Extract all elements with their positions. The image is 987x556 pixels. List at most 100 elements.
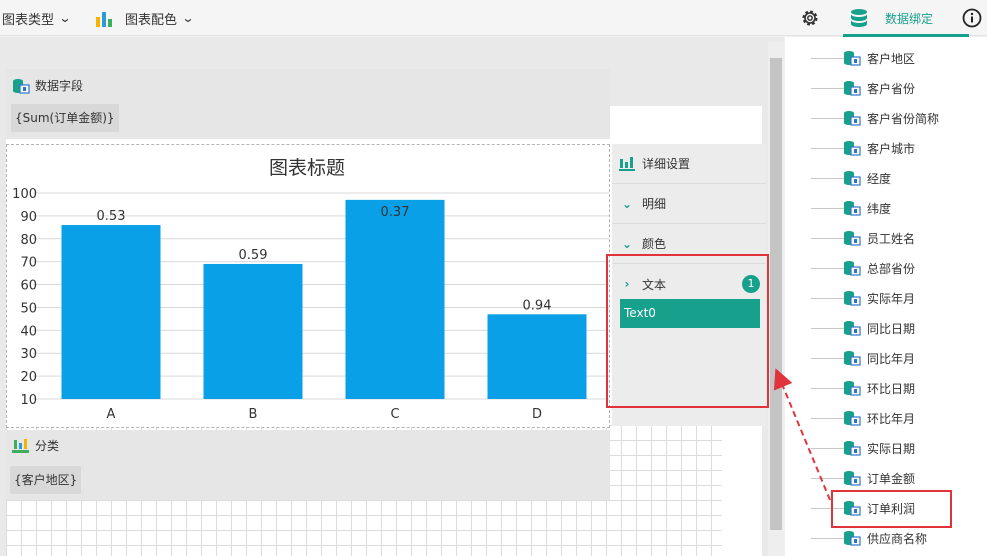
data-binding-label: 数据绑定 <box>885 11 934 26</box>
data-field-icon <box>844 201 861 216</box>
tree-connector <box>811 237 847 239</box>
chart-color-label: 图表配色 <box>125 12 178 28</box>
tree-connector <box>811 267 847 269</box>
bar[interactable] <box>203 263 303 399</box>
detail-row-label: 明细 <box>642 197 667 211</box>
field-label: 同比日期 <box>867 321 916 336</box>
field-item[interactable]: 员工姓名 <box>785 223 987 253</box>
bar-chart: 10 20 30 40 50 60 70 80 90 100 0.53 0.59 0.37 0.94 A… <box>12 157 609 422</box>
tree-connector <box>811 297 847 299</box>
field-item[interactable]: 总部省份 <box>785 253 987 283</box>
tree-connector <box>811 117 847 119</box>
field-item[interactable]: 环比年月 <box>785 403 987 433</box>
value-field-chip[interactable]: {Sum(订单金额)} <box>11 104 119 132</box>
bar[interactable] <box>61 225 161 399</box>
detail-row-label: 文本 <box>642 277 667 292</box>
data-fields-header: 数据字段 <box>12 77 83 94</box>
detail-row-color[interactable]: ⌄ 颜色 <box>612 224 766 264</box>
data-field-icon <box>844 171 861 186</box>
info-button[interactable] <box>962 0 982 36</box>
field-item[interactable]: 同比日期 <box>785 313 987 343</box>
data-field-icon <box>844 351 861 366</box>
tree-connector <box>811 417 847 419</box>
tree-connector <box>811 177 847 179</box>
chevron-down-icon: ⌄ <box>58 11 72 25</box>
tree-connector <box>811 387 847 389</box>
field-label: 经度 <box>867 171 892 186</box>
chart-type-label: 图表类型 <box>2 12 55 28</box>
field-item[interactable]: 经度 <box>785 163 987 193</box>
y-tick-label: 40 <box>20 324 37 339</box>
field-item[interactable]: 订单金额 <box>785 463 987 493</box>
field-item[interactable]: 客户地区 <box>785 43 987 73</box>
data-field-icon <box>844 501 861 516</box>
chart-title: 图表标题 <box>269 157 345 179</box>
x-tick-label: D <box>532 407 542 422</box>
data-field-icon <box>844 321 861 336</box>
chart-type-dropdown[interactable]: 图表类型 ⌄ <box>2 0 72 36</box>
chart-container[interactable]: 10 20 30 40 50 60 70 80 90 100 0.53 0.59 0.37 0.94 A… <box>6 144 610 428</box>
data-fields-title: 数据字段 <box>35 79 84 93</box>
fields-sidebar: 客户地区客户省份客户省份简称客户城市经度纬度员工姓名总部省份实际年月同比日期同比… <box>785 37 987 556</box>
field-item[interactable]: 实际日期 <box>785 433 987 463</box>
settings-button[interactable] <box>799 0 821 36</box>
data-binding-tab[interactable]: 数据绑定 <box>850 0 933 36</box>
field-item[interactable]: 客户省份 <box>785 73 987 103</box>
data-field-icon <box>844 291 861 306</box>
data-label: 0.59 <box>239 248 268 263</box>
field-item[interactable]: 实际年月 <box>785 283 987 313</box>
bar[interactable] <box>487 314 587 399</box>
text0-item[interactable]: Text0 <box>620 299 760 328</box>
y-tick-label: 20 <box>20 370 37 385</box>
detail-row-text[interactable]: › 文本 1 <box>612 264 766 304</box>
data-field-icon <box>844 231 861 246</box>
field-item[interactable]: 客户城市 <box>785 133 987 163</box>
text-count-badge: 1 <box>742 275 760 293</box>
y-tick-label: 100 <box>12 187 37 202</box>
field-item[interactable]: 环比日期 <box>785 373 987 403</box>
field-item[interactable]: 同比年月 <box>785 343 987 373</box>
info-icon <box>962 8 982 28</box>
chevron-down-icon: ⌄ <box>621 196 633 211</box>
category-header: 分类 <box>12 437 59 454</box>
field-item[interactable]: 供应商名称 <box>785 523 987 553</box>
field-item[interactable]: 纬度 <box>785 193 987 223</box>
detail-settings-header: 详细设置 <box>612 144 766 184</box>
field-item[interactable]: 客户省份简称 <box>785 103 987 133</box>
field-label: 总部省份 <box>867 261 916 276</box>
field-label: 同比年月 <box>867 351 916 366</box>
field-label: 环比年月 <box>867 411 916 426</box>
bar-chart-icon <box>612 156 642 172</box>
field-label: 员工姓名 <box>867 231 916 246</box>
field-item[interactable]: 订单利润 <box>785 493 987 523</box>
chart-color-dropdown[interactable]: 图表配色 ⌄ <box>95 0 195 36</box>
data-field-icon <box>844 141 861 156</box>
field-label: 实际日期 <box>867 441 916 456</box>
tree-connector <box>811 327 847 329</box>
detail-row-mingxi[interactable]: ⌄ 明细 <box>612 184 766 224</box>
field-label: 订单利润 <box>867 501 916 516</box>
x-tick-label: B <box>249 407 258 422</box>
gear-icon <box>802 10 818 26</box>
data-label: 0.37 <box>381 205 410 220</box>
tree-connector <box>811 507 847 509</box>
data-field-icon <box>844 531 861 546</box>
field-label: 客户省份简称 <box>867 111 940 126</box>
chevron-down-icon: ⌄ <box>621 236 633 251</box>
category-field-chip[interactable]: {客户地区} <box>10 466 82 494</box>
y-tick-label: 10 <box>20 393 37 408</box>
vertical-scrollbar-thumb[interactable] <box>770 58 782 530</box>
y-tick-label: 90 <box>20 210 37 225</box>
category-icon <box>12 438 29 453</box>
data-field-icon <box>844 411 861 426</box>
tree-connector <box>811 537 847 539</box>
detail-row-label: 颜色 <box>642 237 667 251</box>
data-field-icon <box>844 51 861 66</box>
y-tick-label: 50 <box>20 301 37 316</box>
field-label: 客户地区 <box>867 51 916 66</box>
data-label: 0.53 <box>97 209 126 224</box>
tree-connector <box>811 87 847 89</box>
tree-connector <box>811 207 847 209</box>
x-tick-label: A <box>107 407 116 422</box>
bar[interactable] <box>345 199 445 399</box>
